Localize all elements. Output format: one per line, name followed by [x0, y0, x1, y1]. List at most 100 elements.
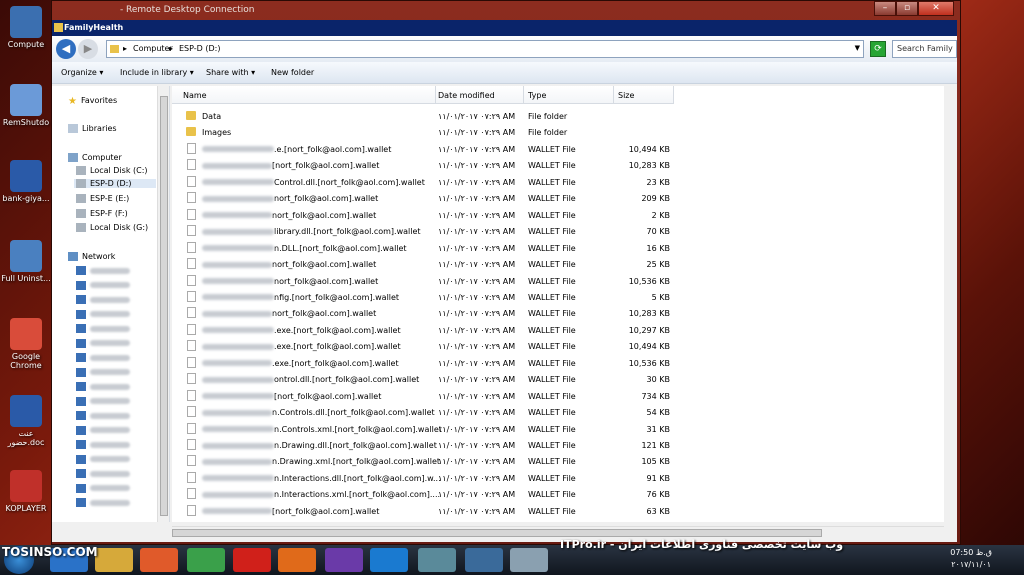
nav-computer[interactable]: Computer	[68, 153, 122, 162]
file-row[interactable]: n.Interactions.xml.[nort_folk@aol.com]..…	[172, 486, 944, 502]
file-row[interactable]: Control.dll.[nort_folk@aol.com].wallet ۱۱…	[172, 174, 944, 190]
column-header-size[interactable]: Size	[614, 86, 674, 104]
file-row[interactable]: nort_folk@aol.com].wallet ۱۱/۰۱/۲۰۱۷ ۰۷:۲…	[172, 190, 944, 206]
horizontal-scrollbar[interactable]	[172, 526, 944, 538]
file-row[interactable]: nfig.[nort_folk@aol.com].wallet ۱۱/۰۱/۲۰۱…	[172, 289, 944, 305]
file-row[interactable]: library.dll.[nort_folk@aol.com].wallet ۱۱…	[172, 223, 944, 239]
desktop-icon[interactable]: Google Chrome	[0, 318, 52, 370]
nav-network-computer[interactable]	[76, 338, 130, 348]
file-row[interactable]: n.Controls.dll.[nort_folk@aol.com].walle…	[172, 404, 944, 420]
forward-button[interactable]: ▶	[78, 39, 98, 59]
file-row[interactable]: nort_folk@aol.com].wallet ۱۱/۰۱/۲۰۱۷ ۰۷:۲…	[172, 207, 944, 223]
breadcrumb-computer[interactable]: Computer	[133, 44, 173, 53]
nav-network-computer[interactable]	[76, 440, 130, 449]
file-type: WALLET File	[528, 441, 576, 450]
visual-studio-icon[interactable]	[325, 548, 363, 572]
desktop-icon[interactable]: KOPLAYER	[0, 470, 52, 513]
new-folder-button[interactable]: New folder	[271, 68, 314, 77]
nav-network-computer[interactable]	[76, 483, 130, 493]
nav-drive-e[interactable]: ESP-E (E:)	[76, 194, 129, 203]
minimize-button[interactable]: –	[874, 1, 896, 16]
nav-drive-f[interactable]: ESP-F (F:)	[76, 209, 128, 218]
nav-network-computer[interactable]	[76, 266, 130, 275]
desktop-icon[interactable]: عنت حضور.doc	[0, 395, 52, 447]
nav-favorites[interactable]: ★ Favorites	[68, 96, 117, 107]
nav-network-computer[interactable]	[76, 425, 130, 435]
folder-icon	[186, 111, 196, 120]
back-button[interactable]: ◀	[56, 39, 76, 59]
nav-network-computer[interactable]	[76, 498, 130, 507]
desktop-icon[interactable]: Compute	[0, 6, 52, 49]
nav-network-computer[interactable]	[76, 469, 130, 478]
file-row[interactable]: .exe.[nort_folk@aol.com].wallet ۱۱/۰۱/۲۰۱…	[172, 338, 944, 354]
nav-drive-c[interactable]: Local Disk (C:)	[76, 166, 148, 175]
nav-network[interactable]: Network	[68, 252, 115, 261]
file-row[interactable]: n.Controls.xml.[nort_folk@aol.com].walle…	[172, 421, 944, 437]
file-row[interactable]: Images ۱۱/۰۱/۲۰۱۷ ۰۷:۲۹ AM File folder	[172, 124, 944, 140]
file-row[interactable]: Data ۱۱/۰۱/۲۰۱۷ ۰۷:۲۹ AM File folder	[172, 108, 944, 124]
column-header-type[interactable]: Type	[524, 86, 614, 104]
organize-button[interactable]: Organize ▾	[61, 68, 103, 77]
file-row[interactable]: .e.[nort_folk@aol.com].wallet ۱۱/۰۱/۲۰۱۷ …	[172, 141, 944, 157]
nav-network-computer[interactable]	[76, 309, 130, 319]
explorer-window: FamilyHealth ◀ ▶ ▸ Computer ▸ ESP-D (D:)…	[52, 20, 957, 542]
nav-drive-g[interactable]: Local Disk (G:)	[76, 223, 148, 232]
file-row[interactable]: .exe.[nort_folk@aol.com].wallet ۱۱/۰۱/۲۰۱…	[172, 355, 944, 371]
nav-network-computer[interactable]	[76, 411, 130, 420]
file-row[interactable]: n.DLL.[nort_folk@aol.com].wallet ۱۱/۰۱/۲۰…	[172, 240, 944, 256]
opera-icon[interactable]	[233, 548, 271, 572]
nav-network-computer[interactable]	[76, 324, 130, 333]
clock[interactable]: 07:50 ق.ظ ۲۰۱۷/۱۱/۰۱	[950, 547, 992, 571]
app-icon[interactable]	[510, 548, 548, 572]
desktop-icon[interactable]: Full Uninst...	[0, 240, 52, 283]
media-player-icon[interactable]	[140, 548, 178, 572]
teamviewer-icon[interactable]	[370, 548, 408, 572]
address-row: ◀ ▶ ▸ Computer ▸ ESP-D (D:) ▼ ⟳ Search F…	[52, 36, 957, 62]
breadcrumb-drive[interactable]: ESP-D (D:)	[179, 44, 220, 53]
nav-network-computer[interactable]	[76, 280, 130, 290]
explorer-taskbar-icon[interactable]	[95, 548, 133, 572]
desktop-icon[interactable]: bank-giya...	[0, 160, 52, 203]
column-header-name[interactable]: Name	[172, 86, 436, 104]
column-header-date[interactable]: Date modified	[436, 86, 524, 104]
app-icon[interactable]	[418, 548, 456, 572]
refresh-button[interactable]: ⟳	[870, 41, 886, 57]
file-row[interactable]: n.Interactions.dll.[nort_folk@aol.com].w…	[172, 470, 944, 486]
file-name: nfig.[nort_folk@aol.com].wallet	[202, 293, 399, 302]
file-type: WALLET File	[528, 227, 576, 237]
rdc-titlebar[interactable]: - Remote Desktop Connection – ▫ ✕	[52, 1, 960, 19]
file-row[interactable]: [nort_folk@aol.com].wallet ۱۱/۰۱/۲۰۱۷ ۰۷:…	[172, 157, 944, 173]
include-in-library-button[interactable]: Include in library ▾	[120, 68, 194, 77]
share-with-button[interactable]: Share with ▾	[206, 68, 255, 77]
maximize-button[interactable]: ▫	[896, 1, 918, 16]
nav-scrollbar[interactable]	[157, 86, 169, 522]
file-row[interactable]: ontrol.dll.[nort_folk@aol.com].wallet ۱۱/…	[172, 371, 944, 387]
file-row[interactable]: n.Drawing.dll.[nort_folk@aol.com].wallet…	[172, 437, 944, 453]
nav-libraries[interactable]: Libraries	[68, 124, 117, 133]
address-bar[interactable]: ▸ Computer ▸ ESP-D (D:) ▼	[106, 40, 864, 58]
chrome-icon[interactable]	[187, 548, 225, 572]
chevron-down-icon[interactable]: ▼	[855, 44, 860, 52]
close-button[interactable]: ✕	[918, 1, 954, 16]
nav-network-computer[interactable]	[76, 382, 130, 391]
file-row[interactable]: nort_folk@aol.com].wallet ۱۱/۰۱/۲۰۱۷ ۰۷:۲…	[172, 273, 944, 289]
firefox-icon[interactable]	[278, 548, 316, 572]
desktop-icon[interactable]: RemShutdo	[0, 84, 52, 127]
nav-network-computer[interactable]	[76, 454, 130, 464]
nav-network-computer[interactable]	[76, 353, 130, 362]
explorer-titlebar[interactable]: FamilyHealth	[52, 20, 957, 36]
vertical-scrollbar[interactable]	[944, 86, 956, 522]
nav-drive-d[interactable]: ESP-D (D:)	[74, 179, 156, 188]
file-row[interactable]: [nort_folk@aol.com].wallet ۱۱/۰۱/۲۰۱۷ ۰۷:…	[172, 503, 944, 519]
file-row[interactable]: nort_folk@aol.com].wallet ۱۱/۰۱/۲۰۱۷ ۰۷:۲…	[172, 305, 944, 321]
file-row[interactable]: nort_folk@aol.com].wallet ۱۱/۰۱/۲۰۱۷ ۰۷:۲…	[172, 256, 944, 272]
desktop-icon-label: Full Uninst...	[1, 274, 51, 283]
file-row[interactable]: n.Drawing.xml.[nort_folk@aol.com].wallet…	[172, 453, 944, 469]
remote-desktop-taskbar-icon[interactable]	[465, 548, 503, 572]
nav-network-computer[interactable]	[76, 367, 130, 377]
nav-network-computer[interactable]	[76, 396, 130, 406]
file-row[interactable]: [nort_folk@aol.com].wallet ۱۱/۰۱/۲۰۱۷ ۰۷:…	[172, 388, 944, 404]
nav-network-computer[interactable]	[76, 295, 130, 304]
file-row[interactable]: .exe.[nort_folk@aol.com].wallet ۱۱/۰۱/۲۰۱…	[172, 322, 944, 338]
search-input[interactable]: Search Family	[892, 40, 957, 58]
